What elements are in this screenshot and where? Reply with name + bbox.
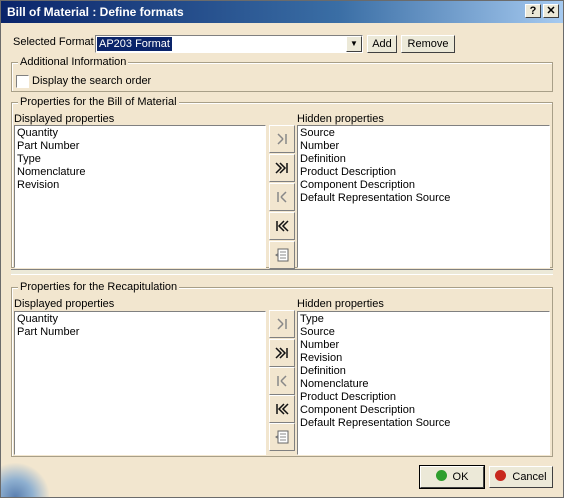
ok-icon [435, 470, 447, 481]
list-item[interactable]: Component Description [300, 404, 547, 417]
bom-hidden-list[interactable]: Source Number Definition Product Descriptio… [297, 125, 550, 268]
title-bar: Bill of Material : Define formats [1, 1, 563, 23]
recap-displayed-label: Displayed properties [14, 298, 115, 310]
list-item[interactable]: Default Representation Source [300, 192, 547, 205]
move-right-icon [275, 132, 289, 146]
additional-info-title: Additional Information [18, 55, 129, 69]
move-all-left-icon [274, 219, 290, 233]
list-item[interactable]: Component Description [300, 179, 547, 192]
cancel-label: Cancel [512, 471, 547, 483]
reorder-icon [274, 429, 290, 445]
bom-displayed-list[interactable]: Quantity Part Number Type Nomenclature Revis… [14, 125, 266, 268]
list-item[interactable]: Revision [300, 352, 547, 365]
recap-move-left-button[interactable] [269, 367, 295, 395]
chevron-down-icon[interactable]: ▼ [346, 36, 362, 52]
search-order-checkbox[interactable] [16, 75, 29, 88]
list-item[interactable]: Quantity [17, 127, 263, 140]
move-left-icon [275, 190, 289, 204]
bom-move-right-button[interactable] [269, 125, 295, 153]
close-button[interactable]: ✕ [543, 4, 559, 18]
recap-hidden-label: Hidden properties [297, 298, 384, 310]
list-item[interactable]: Default Representation Source [300, 417, 547, 430]
cancel-button[interactable]: Cancel [489, 466, 553, 488]
bom-move-all-left-button[interactable] [269, 212, 295, 240]
format-combo-value: AP203 Format [97, 37, 172, 51]
ok-button[interactable]: OK [419, 465, 485, 489]
cancel-icon [495, 470, 507, 481]
recap-properties-title: Properties for the Recapitulation [18, 280, 180, 294]
recap-reorder-button[interactable] [269, 423, 295, 451]
bom-properties-title: Properties for the Bill of Material [18, 95, 179, 109]
list-item[interactable]: Quantity [17, 313, 263, 326]
help-button[interactable]: ? [525, 4, 541, 18]
list-item[interactable]: Source [300, 326, 547, 339]
list-item[interactable]: Type [300, 313, 547, 326]
recap-move-right-button[interactable] [269, 310, 295, 338]
list-item[interactable]: Part Number [17, 326, 263, 339]
additional-info-group: Additional Information Display the searc… [11, 55, 553, 92]
list-item[interactable]: Definition [300, 153, 547, 166]
move-all-left-icon [274, 402, 290, 416]
list-item[interactable]: Number [300, 140, 547, 153]
bom-hidden-label: Hidden properties [297, 113, 384, 125]
selected-format-label: Selected Format [13, 36, 94, 48]
list-item[interactable]: Source [300, 127, 547, 140]
bom-reorder-button[interactable] [269, 241, 295, 269]
list-item[interactable]: Part Number [17, 140, 263, 153]
recap-move-all-left-button[interactable] [269, 395, 295, 423]
move-right-icon [275, 317, 289, 331]
recap-displayed-list[interactable]: Quantity Part Number [14, 311, 266, 455]
list-item[interactable]: Type [17, 153, 263, 166]
remove-button[interactable]: Remove [401, 35, 455, 53]
move-all-right-icon [274, 346, 290, 360]
list-item[interactable]: Product Description [300, 166, 547, 179]
list-item[interactable]: Number [300, 339, 547, 352]
list-item[interactable]: Definition [300, 365, 547, 378]
move-all-right-icon [274, 161, 290, 175]
recap-move-all-right-button[interactable] [269, 339, 295, 367]
list-item[interactable]: Nomenclature [300, 378, 547, 391]
panel-splitter[interactable] [11, 269, 553, 275]
list-item[interactable]: Product Description [300, 391, 547, 404]
format-combo[interactable]: AP203 Format ▼ [95, 35, 363, 53]
move-left-icon [275, 374, 289, 388]
recap-hidden-list[interactable]: Type Source Number Revision Definition Nomenc… [297, 311, 550, 455]
reorder-icon [274, 247, 290, 263]
list-item[interactable]: Revision [17, 179, 263, 192]
window-title: Bill of Material : Define formats [7, 5, 184, 19]
search-order-label: Display the search order [32, 75, 152, 87]
add-button[interactable]: Add [367, 35, 397, 53]
ok-label: OK [452, 471, 469, 483]
bom-displayed-label: Displayed properties [14, 113, 115, 125]
bom-move-all-right-button[interactable] [269, 154, 295, 182]
define-formats-dialog: Bill of Material : Define formats ? ✕ Se… [0, 0, 564, 498]
app-logo [1, 461, 49, 497]
bom-move-left-button[interactable] [269, 183, 295, 211]
list-item[interactable]: Nomenclature [17, 166, 263, 179]
